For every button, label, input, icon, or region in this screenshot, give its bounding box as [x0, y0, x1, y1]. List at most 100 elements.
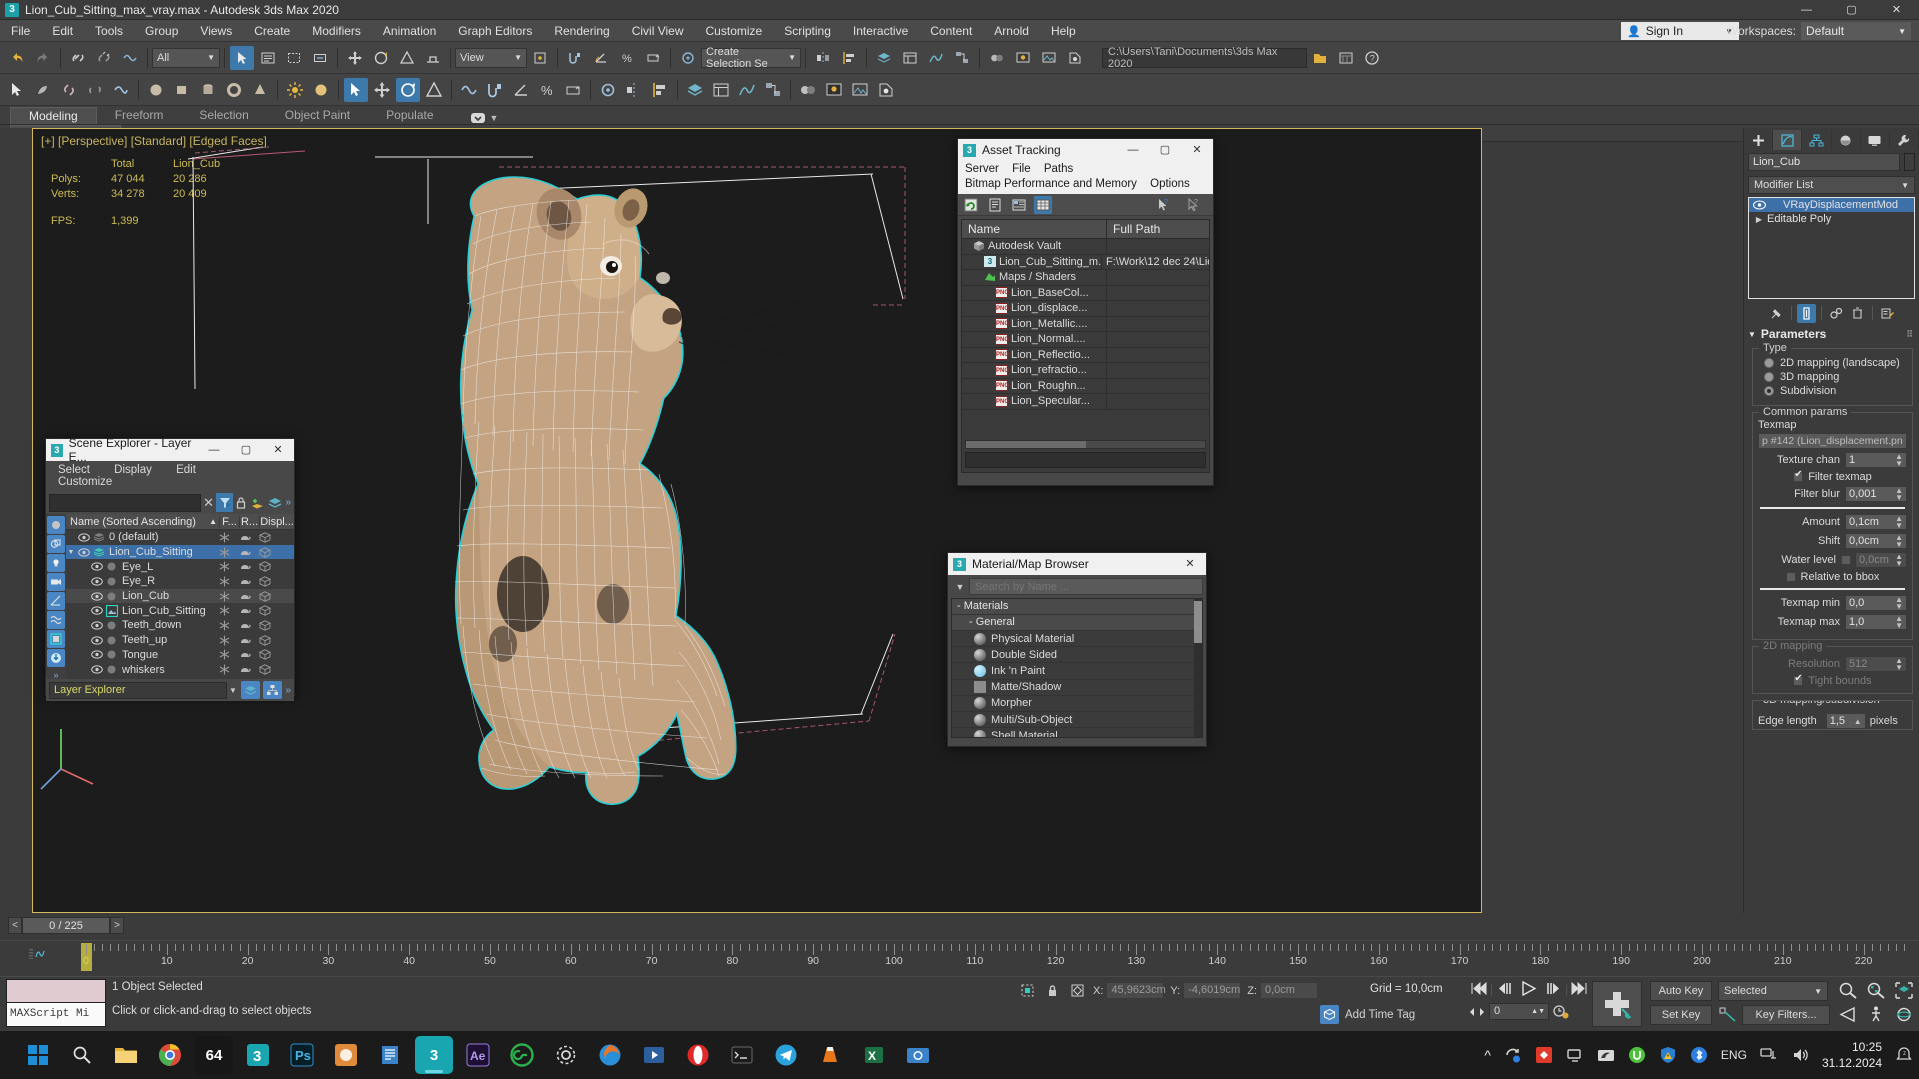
render-toggle[interactable] [239, 605, 259, 616]
display-toggle[interactable] [259, 576, 294, 587]
freeze-toggle[interactable] [219, 561, 239, 572]
rotate-icon[interactable] [396, 77, 420, 102]
show-hidden-icons[interactable]: ^ [1484, 1047, 1491, 1063]
filter-texmap-checkbox[interactable]: Filter texmap [1758, 469, 1907, 483]
vlc-icon[interactable] [811, 1036, 849, 1074]
selection-filter-select[interactable]: All ▼ [152, 47, 220, 68]
sphere-primitive-icon[interactable] [144, 78, 168, 102]
modifier-editable-poly[interactable]: ▶ Editable Poly [1749, 212, 1914, 226]
torus-primitive-icon[interactable] [222, 78, 246, 102]
tab-utilities[interactable] [1890, 130, 1919, 150]
menu-item-views[interactable]: Views [189, 20, 243, 42]
settings-gear-icon[interactable] [547, 1036, 585, 1074]
spinner-arrows-icon[interactable]: ▲▼ [1895, 487, 1903, 502]
select-move-button[interactable] [343, 46, 367, 70]
zoom-all-icon[interactable] [1866, 981, 1886, 1000]
asset-tracking-button[interactable] [1334, 46, 1358, 70]
freeze-toggle[interactable] [219, 635, 239, 646]
isolate-selection-icon[interactable] [1068, 981, 1087, 1000]
ribbon-tab-freeform[interactable]: Freeform [97, 107, 182, 124]
more-footer-icon[interactable]: » [285, 685, 291, 696]
firefox-icon[interactable] [591, 1036, 629, 1074]
eye-icon[interactable] [89, 665, 104, 674]
menu-item-animation[interactable]: Animation [372, 20, 447, 42]
menu-item-file[interactable]: File [0, 20, 41, 42]
current-frame-field[interactable]: 0 ▲▼ [1489, 1003, 1549, 1020]
menu-item-arnold[interactable]: Arnold [983, 20, 1040, 42]
col-header-frozen[interactable]: F... [219, 515, 239, 528]
named-selection-set[interactable]: Create Selection Se ▼ [701, 46, 801, 70]
freeze-toggle[interactable] [219, 576, 239, 587]
amount-spinner[interactable]: 0,1cm ▲ ▼ [1845, 514, 1907, 530]
help-button[interactable]: ? [1360, 46, 1384, 70]
notifications-icon[interactable]: z [1895, 1046, 1913, 1064]
relative-bbox-checkbox[interactable]: Relative to bbox [1758, 571, 1907, 583]
asset-tracking-close[interactable]: ✕ [1181, 139, 1213, 161]
reference-coord-select[interactable]: View ▼ [455, 47, 527, 68]
asset-row[interactable]: PNG Lion_Specular... [962, 394, 1209, 410]
asset-col-name[interactable]: Name [962, 220, 1107, 238]
schematic-icon[interactable] [761, 78, 785, 102]
se-menu-select[interactable]: Select [58, 464, 111, 476]
placement-button[interactable] [421, 46, 445, 70]
menu-item-scripting[interactable]: Scripting [773, 20, 842, 42]
display-toggle[interactable] [259, 620, 294, 631]
scene-explorer-item[interactable]: Tongue [66, 648, 294, 663]
freeze-toggle[interactable] [219, 605, 239, 616]
asset-menu-file[interactable]: File [1010, 162, 1039, 177]
eye-icon[interactable] [1751, 200, 1767, 210]
file-explorer-icon[interactable] [107, 1036, 145, 1074]
material-list-scrollbar[interactable] [1194, 599, 1202, 737]
asset-tracking-maximize[interactable]: ▢ [1149, 139, 1181, 161]
nvidia-icon[interactable] [1597, 1046, 1615, 1064]
asset-row[interactable]: Maps / Shaders [962, 270, 1209, 286]
hyperlink-icon[interactable] [57, 78, 81, 102]
3dsmax-taskbar-icon[interactable]: 3 [239, 1036, 277, 1074]
display-toggle[interactable] [259, 649, 294, 661]
current-frame-display[interactable]: 0 / 225 [22, 917, 110, 934]
freeze-toggle[interactable] [219, 532, 239, 543]
material-item[interactable]: Matte/Shadow [952, 680, 1202, 696]
tab-modify[interactable] [1773, 130, 1803, 150]
scale-icon[interactable] [422, 78, 446, 102]
asset-tracking-minimize[interactable]: — [1117, 139, 1149, 161]
menu-item-modifiers[interactable]: Modifiers [301, 20, 372, 42]
time-ruler[interactable]: 10 20 30 40 50 60 70 80 90 100 110 120 130 140 150 160 1… [0, 940, 1919, 974]
se-menu-customize[interactable]: Customize [58, 476, 133, 488]
asset-row[interactable]: PNG Lion_Roughn... [962, 378, 1209, 394]
spinner-arrows-icon[interactable]: ▲▼ [1895, 453, 1903, 468]
add-layer-icon[interactable] [250, 493, 267, 512]
material-search-input[interactable] [969, 578, 1203, 595]
help-pointer-icon-2[interactable]: ? [1185, 196, 1203, 214]
render-icon[interactable] [874, 78, 898, 102]
asset-row[interactable]: PNG Lion_BaseCol... [962, 285, 1209, 301]
expand-arrow-icon[interactable]: ▶ [1751, 215, 1767, 224]
goto-start-icon[interactable] [1468, 980, 1487, 997]
freeze-toggle[interactable] [219, 547, 239, 558]
radio-2d-mapping[interactable]: 2D mapping (landscape) [1764, 357, 1907, 369]
eye-icon[interactable] [76, 547, 91, 557]
select-scale-button[interactable] [395, 46, 419, 70]
asset-row[interactable]: PNG Lion_Metallic.... [962, 316, 1209, 332]
menu-item-create[interactable]: Create [243, 20, 301, 42]
asset-menu-bitmap-performance[interactable]: Bitmap Performance and Memory [963, 177, 1145, 192]
render-setup-icon[interactable] [822, 78, 846, 102]
display-toggle[interactable] [259, 634, 294, 646]
scene-explorer-item[interactable]: Lion_Cub [66, 588, 294, 604]
named-sets-icon[interactable] [596, 78, 620, 102]
material-item[interactable]: Double Sided [952, 647, 1202, 664]
zoom-icon[interactable] [1838, 981, 1858, 1000]
render-toggle[interactable] [239, 664, 259, 675]
add-time-tag-control[interactable]: Add Time Tag [1320, 1005, 1415, 1024]
maxscript-output-field[interactable] [6, 979, 106, 1003]
menu-item-group[interactable]: Group [134, 20, 189, 42]
select-region-button[interactable] [282, 46, 306, 70]
camera-icon[interactable] [309, 78, 333, 102]
sign-in-button[interactable]: 👤 Sign In ▼ [1621, 22, 1739, 40]
texmap-button[interactable]: p #142 (Lion_displacement.pn [1758, 433, 1907, 449]
render-toggle[interactable] [239, 649, 259, 660]
move-icon[interactable] [370, 78, 394, 102]
water-level-checkbox[interactable] [1841, 555, 1851, 565]
collapse-arrow-icon[interactable]: ▼ [66, 549, 76, 556]
bind-icon[interactable] [109, 78, 133, 102]
